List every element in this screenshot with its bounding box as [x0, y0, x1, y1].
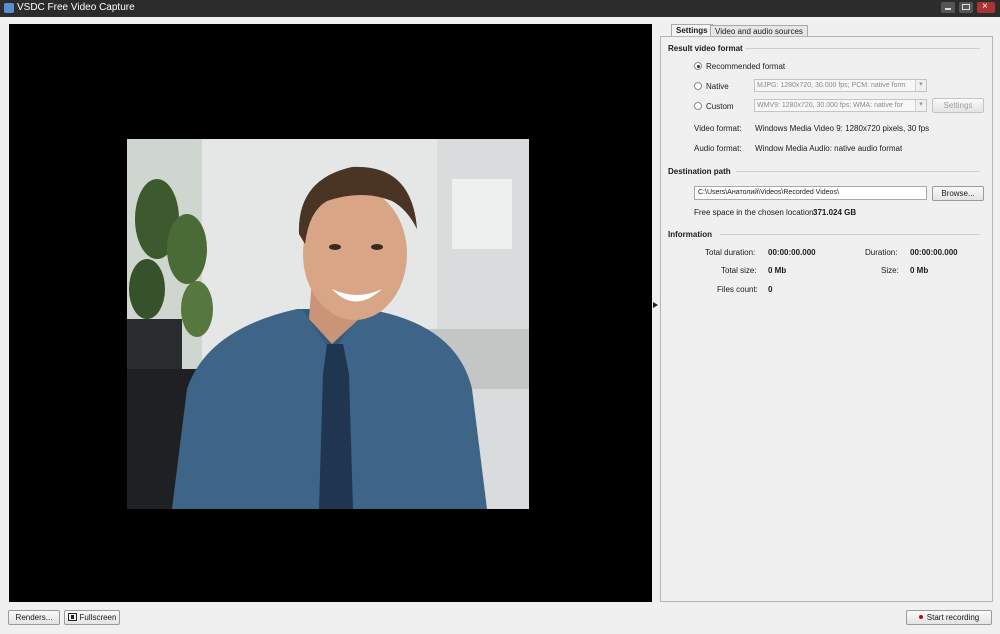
close-icon: × — [982, 1, 988, 12]
renders-button[interactable]: Renders... — [8, 610, 60, 625]
section-divider — [720, 234, 980, 235]
size-label: Size: — [881, 266, 899, 275]
radio-button[interactable] — [694, 62, 702, 70]
total-size-label: Total size: — [721, 266, 757, 275]
video-format-label: Video format: — [694, 124, 742, 133]
native-format-select[interactable]: MJPG: 1280x720, 30.000 fps; PCM: native … — [754, 79, 927, 92]
format-settings-button[interactable]: Settings — [932, 98, 984, 113]
size-value: 0 Mb — [910, 266, 929, 275]
radio-button[interactable] — [694, 82, 702, 90]
start-recording-label: Start recording — [926, 613, 980, 622]
files-count-label: Files count: — [717, 285, 758, 294]
fullscreen-button[interactable]: Fullscreen — [64, 610, 120, 625]
record-dot-icon — [918, 615, 923, 619]
total-duration-value: 00:00:00.000 — [768, 248, 816, 257]
native-format-value: MJPG: 1280x720, 30.000 fps; PCM: native … — [757, 82, 906, 89]
information-heading: Information — [668, 230, 712, 239]
video-format-value: Windows Media Video 9: 1280x720 pixels, … — [755, 124, 930, 133]
browse-button[interactable]: Browse... — [932, 186, 984, 201]
close-button[interactable]: × — [977, 1, 995, 13]
total-size-value: 0 Mb — [768, 266, 787, 275]
window-title: VSDC Free Video Capture — [17, 2, 135, 13]
free-space-value: 371.024 GB — [813, 208, 857, 217]
radio-label: Native — [706, 82, 729, 91]
title-bar: VSDC Free Video Capture × — [0, 0, 1000, 17]
audio-format-value: Window Media Audio: native audio format — [755, 144, 903, 153]
section-divider — [745, 48, 980, 49]
radio-button[interactable] — [694, 102, 702, 110]
splitter-arrow-icon[interactable] — [653, 302, 658, 308]
video-preview[interactable] — [9, 24, 652, 602]
fullscreen-icon — [67, 613, 77, 621]
minimize-icon — [945, 8, 951, 10]
custom-format-value: WMV9: 1280x720, 30.000 fps; WMA: native … — [757, 102, 903, 109]
result-format-heading: Result video format — [668, 44, 743, 53]
custom-format-select[interactable]: WMV9: 1280x720, 30.000 fps; WMA: native … — [754, 99, 927, 112]
radio-label: Recommended format — [706, 62, 786, 71]
section-divider — [736, 171, 980, 172]
minimize-button[interactable] — [941, 2, 955, 13]
fullscreen-label: Fullscreen — [79, 613, 117, 622]
app-icon — [4, 3, 14, 13]
combo-arrow-icon: ▾ — [915, 80, 926, 91]
maximize-button[interactable] — [959, 2, 973, 13]
destination-path-input[interactable]: C:\Users\Анатолий\Videos\Recorded Videos… — [694, 186, 927, 200]
settings-panel — [660, 36, 993, 602]
combo-arrow-icon: ▾ — [915, 100, 926, 111]
audio-format-label: Audio format: — [694, 144, 742, 153]
webcam-person-illustration — [127, 139, 529, 509]
maximize-icon — [962, 4, 970, 10]
free-space-label: Free space in the chosen location: — [694, 208, 816, 217]
duration-label: Duration: — [865, 248, 898, 257]
duration-value: 00:00:00.000 — [910, 248, 958, 257]
radio-label: Custom — [706, 102, 734, 111]
destination-heading: Destination path — [668, 167, 731, 176]
files-count-value: 0 — [768, 285, 773, 294]
webcam-frame-image — [127, 139, 529, 509]
total-duration-label: Total duration: — [705, 248, 756, 257]
start-recording-button[interactable]: Start recording — [906, 610, 992, 625]
